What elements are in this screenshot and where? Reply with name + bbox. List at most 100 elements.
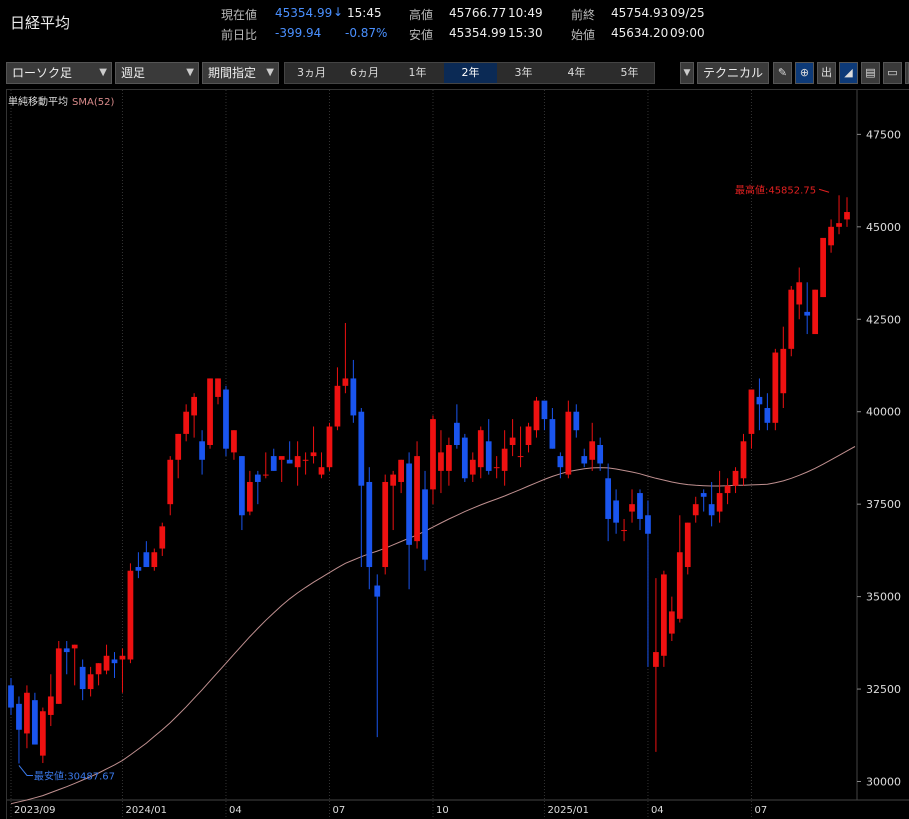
candle-body: [661, 574, 667, 656]
candle-body: [517, 456, 524, 458]
candle-body: [414, 456, 420, 542]
candle-body: [350, 378, 357, 416]
x-tick-label: 10: [436, 805, 449, 816]
candle-body: [637, 493, 643, 519]
candle-body: [501, 448, 508, 471]
candle-body: [390, 474, 397, 486]
candle-body: [254, 474, 261, 482]
candle-body: [541, 400, 548, 420]
candle-body: [119, 655, 126, 660]
candle-body: [676, 552, 683, 619]
candle-body: [446, 445, 452, 471]
candle-body: [95, 663, 102, 675]
candle-body: [597, 445, 604, 464]
candle-body: [167, 459, 174, 505]
candle-body: [16, 703, 22, 730]
candle-body: [342, 378, 349, 386]
candle-body: [772, 352, 779, 423]
candle-body: [199, 441, 205, 460]
candle-body: [262, 474, 269, 476]
candle-body: [223, 389, 229, 449]
candle-body: [756, 396, 763, 405]
candle-body: [207, 378, 213, 445]
candle-body: [621, 530, 627, 532]
low-annotation-label: 最安値:30487.67: [34, 769, 115, 782]
x-tick-label: 2025/01: [547, 805, 589, 816]
candle-body: [127, 570, 134, 660]
candle-body: [366, 481, 373, 568]
candle-body: [239, 456, 245, 516]
candle-body: [143, 552, 150, 568]
candle-body: [310, 452, 317, 457]
candle-body: [191, 396, 197, 416]
candle-body: [87, 674, 94, 690]
candle-body: [525, 426, 532, 445]
candle-body: [183, 411, 190, 434]
candle-body: [493, 467, 500, 469]
y-tick-label: 32500: [866, 683, 901, 696]
candle-body: [246, 481, 253, 512]
candle-body: [605, 478, 612, 519]
candle-body: [740, 441, 747, 479]
candle-body: [103, 655, 110, 671]
x-tick-label: 2024/01: [125, 805, 167, 816]
candle-body: [653, 652, 659, 667]
candle-body: [63, 648, 70, 653]
candle-body: [716, 493, 723, 512]
candle-body: [748, 389, 755, 434]
candle-body: [47, 696, 54, 715]
candle-body: [175, 433, 182, 460]
y-tick-label: 37500: [866, 498, 901, 511]
candle-body: [708, 504, 715, 516]
high-annotation-label: 最高値:45852.75: [735, 183, 816, 196]
candle-body: [55, 648, 62, 704]
candle-body: [286, 459, 293, 464]
candle-body: [430, 419, 436, 490]
candle-body: [804, 311, 811, 316]
candle-body: [820, 237, 826, 298]
candle-body: [684, 522, 691, 568]
candle-body: [32, 700, 38, 745]
candle-body: [581, 456, 588, 464]
x-tick-label: 07: [754, 805, 767, 816]
candle-body: [796, 282, 803, 305]
candle-body: [613, 500, 619, 523]
candle-body: [724, 485, 731, 494]
candle-body: [533, 400, 540, 431]
candle-body: [278, 456, 285, 460]
candlestick-chart[interactable]: 30000 32500 35000 37500 40000 42500 45000 47500…: [0, 0, 909, 819]
candle-body: [231, 430, 237, 453]
high-annotation-leader: [818, 188, 830, 193]
candle-body: [668, 611, 675, 634]
x-tick-label: 04: [651, 805, 664, 816]
candle-body: [135, 567, 142, 571]
candle-body: [549, 419, 556, 449]
candle-body: [374, 585, 381, 597]
candle-body: [629, 504, 635, 512]
candle-body: [764, 408, 771, 423]
candle-body: [398, 459, 404, 482]
candle-body: [24, 692, 30, 734]
candle-body: [71, 644, 78, 649]
candle-body: [422, 489, 428, 560]
candle-body: [159, 526, 166, 549]
y-tick-label: 42500: [866, 313, 901, 326]
candle-body: [79, 666, 86, 690]
candle-body: [302, 459, 309, 461]
low-annotation-leader: [18, 765, 33, 776]
candle-body: [732, 470, 739, 486]
x-tick-label: 04: [229, 805, 242, 816]
y-tick-label: 30000: [866, 776, 901, 789]
candle-body: [294, 456, 301, 468]
y-tick-label: 47500: [866, 128, 901, 141]
candle-body: [509, 437, 516, 445]
candle-body: [151, 552, 158, 568]
y-tick-label: 45000: [866, 221, 901, 234]
candle-body: [461, 437, 468, 479]
candle-body: [788, 289, 795, 349]
candle-body: [326, 426, 333, 468]
candle-body: [358, 411, 365, 486]
candle-body: [780, 348, 787, 394]
candle-body: [438, 452, 444, 471]
x-tick-label: 07: [332, 805, 345, 816]
